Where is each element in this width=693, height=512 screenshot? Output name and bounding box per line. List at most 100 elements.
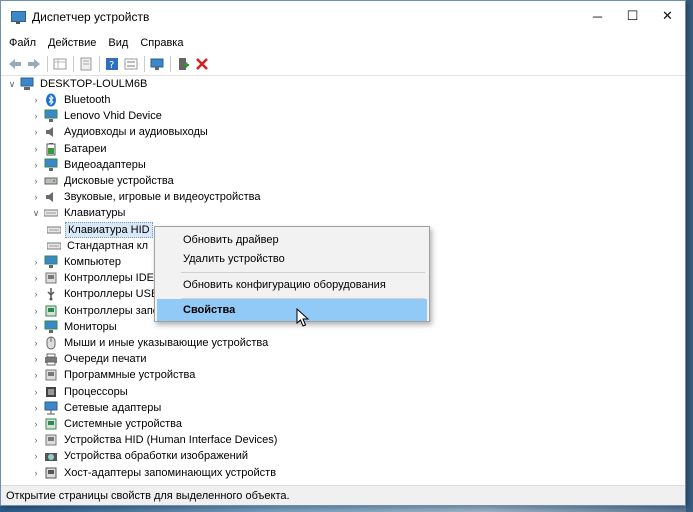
toolbar-separator	[144, 56, 145, 72]
software-device-icon	[44, 368, 58, 382]
expand-arrow-icon[interactable]: ›	[31, 400, 41, 416]
storage-controller-icon	[44, 304, 58, 318]
tree-child-item[interactable]: Стандартная кл	[46, 238, 150, 254]
tree-category-item[interactable]: › Видеоадаптеры	[31, 157, 148, 173]
tree-category-item[interactable]: › Контроллеры USB	[31, 286, 160, 302]
context-separator	[181, 272, 425, 273]
tree-category-item[interactable]: › Дисковые устройства	[31, 173, 176, 189]
minimize-button[interactable]: ─	[580, 1, 615, 31]
toolbar-separator	[170, 56, 171, 72]
expand-arrow-icon[interactable]: ›	[31, 108, 41, 124]
storage-host-icon	[44, 466, 58, 480]
tree-root[interactable]: ∨ DESKTOP-LOULM6B	[7, 76, 149, 92]
expand-arrow-icon[interactable]: ›	[31, 189, 41, 205]
toolbar: ?	[1, 53, 685, 76]
expand-arrow-icon[interactable]: ›	[31, 254, 41, 270]
tree-category-item[interactable]: › Системные устройства	[31, 416, 184, 432]
expand-arrow-icon[interactable]: ›	[31, 367, 41, 383]
tree-item-label: Устройства HID (Human Interface Devices)	[64, 434, 278, 447]
title-bar[interactable]: Диспетчер устройств ─ ☐ ✕	[1, 1, 685, 33]
help-icon[interactable]: ?	[104, 56, 120, 72]
properties-grid-icon[interactable]	[52, 56, 68, 72]
expand-arrow-icon[interactable]: ›	[31, 173, 41, 189]
tree-child-item[interactable]: Клавиатура HID	[46, 221, 153, 238]
remove-device-icon[interactable]	[194, 56, 210, 72]
expand-arrow-icon[interactable]: ›	[31, 270, 41, 286]
expand-arrow-icon[interactable]: ›	[31, 351, 41, 367]
tree-item-label: Bluetooth	[64, 94, 111, 106]
scan-hardware-icon[interactable]	[149, 56, 165, 72]
collapse-arrow-icon[interactable]: ∨	[7, 76, 17, 92]
update-driver-icon[interactable]	[78, 56, 94, 72]
menu-file[interactable]: Файл	[3, 33, 42, 53]
menu-action[interactable]: Действие	[42, 33, 102, 53]
close-button[interactable]: ✕	[650, 1, 685, 31]
desktop-edge	[686, 0, 693, 512]
menu-view[interactable]: Вид	[102, 33, 134, 53]
tree-category-item[interactable]: › Lenovo Vhid Device	[31, 108, 164, 124]
context-item-uninstall-device[interactable]: Удалить устройство	[157, 248, 427, 270]
tree-item-label: Компьютер	[64, 256, 121, 268]
tree-item-label: Сетевые адаптеры	[64, 401, 162, 414]
tree-category-item[interactable]: › Хост-адаптеры запоминающих устройств	[31, 465, 278, 481]
tree-category-item[interactable]: › Мониторы	[31, 319, 119, 335]
monitor-icon	[44, 109, 58, 123]
svg-text:?: ?	[109, 60, 114, 71]
tree-item-label: Видеоадаптеры	[64, 158, 146, 171]
tree-category-item[interactable]: › Bluetooth	[31, 92, 112, 108]
tree-item-label: Мыши и иные указывающие устройства	[64, 337, 269, 349]
tree-category-item[interactable]: › Мыши и иные указывающие устройства	[31, 335, 270, 351]
mouse-cursor-icon	[296, 308, 310, 327]
expand-arrow-icon[interactable]: ›	[31, 157, 41, 173]
tree-category-item[interactable]: › Программные устройства	[31, 367, 197, 383]
tree-category-item[interactable]: › Компьютер	[31, 254, 123, 270]
tree-category-item[interactable]: › Устройства обработки изображений	[31, 448, 250, 464]
tree-item-label: Контроллеры USB	[64, 288, 159, 301]
tree-category-item[interactable]: › Звуковые, игровые и видеоустройства	[31, 189, 263, 205]
tree-item-label: Звуковые, игровые и видеоустройства	[64, 191, 261, 204]
expand-arrow-icon[interactable]: ›	[31, 141, 41, 157]
tree-category-item[interactable]: › Сетевые адаптеры	[31, 400, 163, 416]
tree-category-item[interactable]: › Процессоры	[31, 384, 130, 400]
tree-category-item[interactable]: ∨ Клавиатуры	[31, 205, 127, 221]
expand-arrow-icon[interactable]: ›	[31, 335, 41, 351]
maximize-button[interactable]: ☐	[615, 1, 650, 31]
back-arrow-icon[interactable]	[7, 56, 23, 72]
expand-arrow-icon[interactable]: ›	[31, 124, 41, 140]
tree-category-item[interactable]: › Контроллеры запо	[31, 303, 161, 319]
device-manager-icon	[10, 9, 26, 25]
expand-arrow-icon[interactable]: ›	[31, 432, 41, 448]
tree-item-label: Клавиатуры	[64, 207, 126, 220]
expand-arrow-icon[interactable]: ›	[31, 319, 41, 335]
tree-category-item[interactable]: › Аудиовходы и аудиовыходы	[31, 124, 210, 140]
expand-arrow-icon[interactable]: ›	[31, 384, 41, 400]
expand-arrow-icon[interactable]: ›	[31, 416, 41, 432]
computer-icon	[20, 77, 34, 91]
tree-item-label: Контроллеры IDE A	[64, 272, 164, 285]
forward-arrow-icon[interactable]	[26, 56, 42, 72]
tree-item-label: Очереди печати	[64, 353, 147, 366]
tree-item-label: Контроллеры запо	[64, 304, 159, 317]
add-driver-icon[interactable]	[175, 56, 191, 72]
tree-category-item[interactable]: › Очереди печати	[31, 351, 149, 367]
tree-item-label: Стандартная кл	[67, 239, 149, 252]
expand-arrow-icon[interactable]: ›	[31, 465, 41, 481]
tree-category-item[interactable]: › Устройства HID (Human Interface Devices…	[31, 432, 279, 448]
tree-category-item[interactable]: › Батареи	[31, 141, 109, 157]
collapse-arrow-icon[interactable]: ∨	[31, 205, 41, 221]
expand-arrow-icon[interactable]: ›	[31, 92, 41, 108]
tree-category-item[interactable]: › Контроллеры IDE A	[31, 270, 166, 286]
network-icon	[44, 401, 58, 415]
menu-help[interactable]: Справка	[134, 33, 189, 53]
battery-icon	[44, 142, 58, 156]
expand-arrow-icon[interactable]: ›	[31, 303, 41, 319]
show-hidden-icon[interactable]	[123, 56, 139, 72]
tree-item-label: Программные устройства	[64, 369, 196, 382]
context-item-properties[interactable]: Свойства	[157, 299, 427, 321]
expand-arrow-icon[interactable]: ›	[31, 448, 41, 464]
bluetooth-icon	[44, 93, 58, 107]
display-adapter-icon	[44, 158, 58, 172]
mouse-icon	[44, 336, 58, 350]
expand-arrow-icon[interactable]: ›	[31, 286, 41, 302]
context-item-scan-hardware[interactable]: Обновить конфигурацию оборудования	[157, 274, 427, 296]
